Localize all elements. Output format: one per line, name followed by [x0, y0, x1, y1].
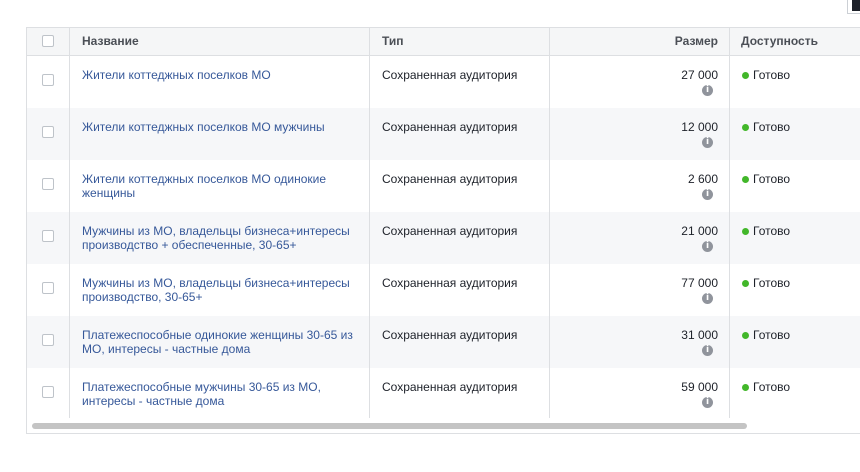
row-checkbox[interactable]: [42, 282, 54, 294]
audience-name-line: интересы - частные дома: [82, 394, 225, 408]
audience-size: 77 000: [681, 276, 718, 290]
scrollbar-thumb[interactable]: [32, 423, 747, 429]
table-row[interactable]: Жители коттеджных поселков МО мужчины Сох…: [27, 108, 860, 160]
table-row[interactable]: Жители коттеджных поселков МО одинокие же…: [27, 160, 860, 212]
column-header-size[interactable]: Размер: [627, 28, 718, 55]
audience-name-line: Жители коттеджных поселков МО одинокие: [82, 172, 327, 186]
info-icon[interactable]: i: [702, 137, 713, 148]
info-icon[interactable]: i: [702, 85, 713, 96]
audience-name-line: Мужчины из МО, владельцы бизнеса+интерес…: [82, 276, 350, 290]
audience-size: 31 000: [681, 328, 718, 342]
column-divider: [729, 28, 730, 55]
audience-name-link[interactable]: Платежеспособные одинокие женщины 30-65 …: [82, 328, 362, 356]
info-icon[interactable]: i: [702, 345, 713, 356]
audience-type: Сохраненная аудитория: [382, 172, 518, 186]
audience-size: 27 000: [681, 68, 718, 82]
column-divider: [69, 28, 70, 55]
audience-name-link[interactable]: Мужчины из МО, владельцы бизнеса+интерес…: [82, 224, 362, 252]
audience-name-line: Платежеспособные одинокие женщины 30-65 …: [82, 328, 353, 342]
table-row[interactable]: Жители коттеджных поселков МО Сохраненная…: [27, 56, 860, 108]
status-dot-icon: [742, 332, 749, 339]
column-header-availability[interactable]: Доступность: [741, 28, 818, 55]
audience-name-line: Мужчины из МО, владельцы бизнеса+интерес…: [82, 224, 350, 238]
row-checkbox[interactable]: [42, 178, 54, 190]
availability-status: Готово: [753, 380, 791, 394]
select-all-checkbox[interactable]: [42, 35, 54, 47]
column-header-type[interactable]: Тип: [382, 28, 404, 55]
availability-status: Готово: [753, 224, 791, 238]
status-dot-icon: [742, 124, 749, 131]
status-dot-icon: [742, 176, 749, 183]
corner-button[interactable]: [847, 0, 860, 14]
audience-name-link[interactable]: Жители коттеджных поселков МО: [82, 68, 362, 82]
audience-name-link[interactable]: Жители коттеджных поселков МО одинокие же…: [82, 172, 362, 200]
info-icon[interactable]: i: [702, 189, 713, 200]
table-row[interactable]: Мужчины из МО, владельцы бизнеса+интерес…: [27, 212, 860, 264]
audience-name-line: Жители коттеджных поселков МО: [82, 68, 271, 82]
row-checkbox[interactable]: [42, 334, 54, 346]
status-dot-icon: [742, 384, 749, 391]
column-divider: [549, 28, 550, 55]
info-icon[interactable]: i: [702, 293, 713, 304]
status-dot-icon: [742, 72, 749, 79]
audience-size: 21 000: [681, 224, 718, 238]
table-row[interactable]: Платежеспособные одинокие женщины 30-65 …: [27, 316, 860, 368]
info-icon[interactable]: i: [702, 397, 713, 408]
status-dot-icon: [742, 228, 749, 235]
audience-name-line: Платежеспособные мужчины 30-65 из МО,: [82, 380, 321, 394]
audience-name-link[interactable]: Платежеспособные мужчины 30-65 из МО, инт…: [82, 380, 362, 408]
audience-type: Сохраненная аудитория: [382, 68, 518, 82]
table-row[interactable]: Платежеспособные мужчины 30-65 из МО, инт…: [27, 368, 860, 420]
audience-name-line: производство + обеспеченные, 30-65+: [82, 238, 297, 252]
column-header-name[interactable]: Название: [82, 28, 139, 55]
column-divider: [369, 28, 370, 55]
status-dot-icon: [742, 280, 749, 287]
horizontal-scrollbar[interactable]: [27, 421, 860, 431]
availability-status: Готово: [753, 68, 791, 82]
audience-type: Сохраненная аудитория: [382, 380, 518, 394]
audience-table: Название Тип Размер Доступность Жители к…: [26, 27, 860, 434]
audience-name-link[interactable]: Жители коттеджных поселков МО мужчины: [82, 120, 362, 134]
row-checkbox[interactable]: [42, 230, 54, 242]
audience-size: 59 000: [681, 380, 718, 394]
audience-type: Сохраненная аудитория: [382, 328, 518, 342]
availability-status: Готово: [753, 276, 791, 290]
row-checkbox[interactable]: [42, 74, 54, 86]
audience-size: 2 600: [687, 172, 718, 186]
audience-name-line: женщины: [82, 186, 136, 200]
audience-type: Сохраненная аудитория: [382, 120, 518, 134]
availability-status: Готово: [753, 328, 791, 342]
table-header: Название Тип Размер Доступность: [27, 28, 860, 56]
audience-name-link[interactable]: Мужчины из МО, владельцы бизнеса+интерес…: [82, 276, 362, 304]
info-icon[interactable]: i: [702, 241, 713, 252]
audience-type: Сохраненная аудитория: [382, 276, 518, 290]
audience-size: 12 000: [681, 120, 718, 134]
audience-name-line: МО, интересы - частные дома: [82, 342, 251, 356]
availability-status: Готово: [753, 120, 791, 134]
audience-name-line: Жители коттеджных поселков МО мужчины: [82, 120, 325, 134]
row-checkbox[interactable]: [42, 126, 54, 138]
audience-type: Сохраненная аудитория: [382, 224, 518, 238]
availability-status: Готово: [753, 172, 791, 186]
audience-name-line: производство, 30-65+: [82, 290, 203, 304]
row-checkbox[interactable]: [42, 386, 54, 398]
table-row[interactable]: Мужчины из МО, владельцы бизнеса+интерес…: [27, 264, 860, 316]
